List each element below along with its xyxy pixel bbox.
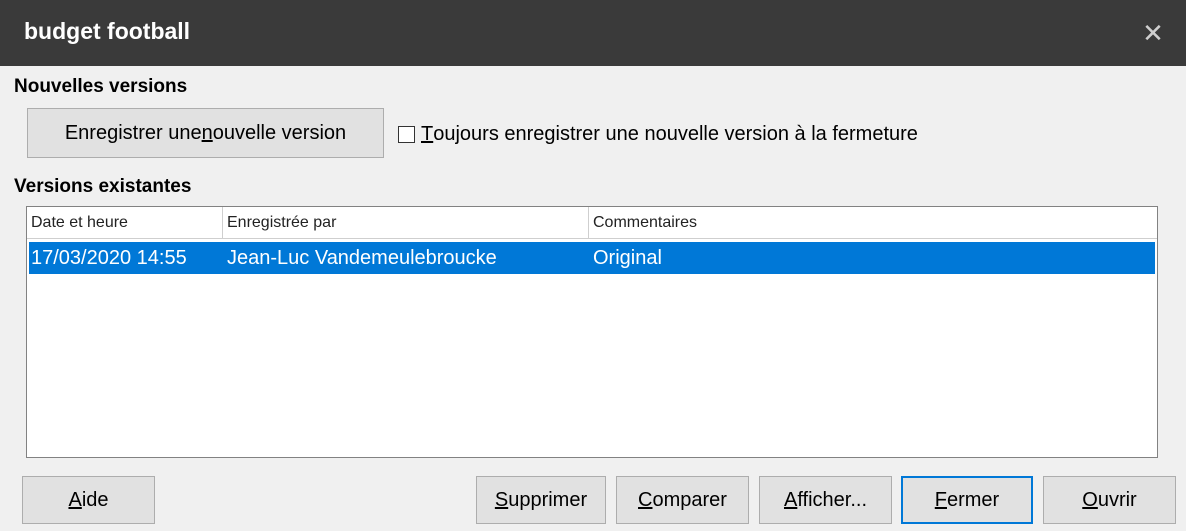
always-save-option[interactable]: Toujours enregistrer une nouvelle versio… <box>398 119 918 149</box>
close-icon[interactable]: ✕ <box>1130 10 1176 56</box>
delete-button[interactable]: Supprimer <box>476 476 606 524</box>
always-save-accesskey: T <box>421 122 434 145</box>
show-button[interactable]: Afficher... <box>759 476 892 524</box>
compare-button[interactable]: Comparer <box>616 476 749 524</box>
close-label: ermer <box>946 488 1000 511</box>
save-new-version-accesskey: n <box>201 121 213 144</box>
delete-label: upprimer <box>508 488 588 511</box>
show-accesskey: A <box>783 488 798 511</box>
delete-accesskey: S <box>494 488 509 511</box>
new-versions-heading: Nouvelles versions <box>14 76 188 97</box>
row-author: Jean-Luc Vandemeulebroucke <box>227 247 497 269</box>
help-label: ide <box>81 488 109 511</box>
column-header-author[interactable]: Enregistrée par <box>223 207 589 238</box>
close-accesskey: F <box>934 488 947 511</box>
list-header: Date et heure Enregistrée par Commentair… <box>27 207 1157 239</box>
save-new-version-button[interactable]: Enregistrer une n ouvelle version <box>27 108 384 158</box>
open-button[interactable]: Ouvrir <box>1043 476 1176 524</box>
title-bar: budget football ✕ <box>0 0 1186 66</box>
save-new-version-label-post: ouvelle version <box>212 121 347 144</box>
compare-accesskey: C <box>638 488 653 511</box>
compare-label: omparer <box>652 488 727 511</box>
table-row[interactable]: 17/03/2020 14:55 Jean-Luc Vandemeulebrou… <box>29 242 1155 274</box>
close-button[interactable]: Fermer <box>901 476 1033 524</box>
column-header-comments[interactable]: Commentaires <box>589 207 1157 238</box>
versions-list[interactable]: Date et heure Enregistrée par Commentair… <box>26 206 1158 458</box>
help-button[interactable]: Aide <box>22 476 155 524</box>
always-save-label: oujours enregistrer une nouvelle version… <box>433 122 918 145</box>
show-label: fficher... <box>797 488 867 511</box>
row-date: 17/03/2020 14:55 <box>31 247 187 269</box>
existing-versions-heading: Versions existantes <box>14 176 192 197</box>
always-save-checkbox[interactable] <box>398 125 415 143</box>
open-accesskey: O <box>1082 488 1098 511</box>
help-accesskey: A <box>68 488 82 511</box>
column-header-date[interactable]: Date et heure <box>27 207 223 238</box>
row-comment: Original <box>593 247 662 269</box>
open-label: uvrir <box>1097 488 1137 511</box>
window-title: budget football <box>24 18 191 44</box>
save-new-version-label-pre: Enregistrer une <box>64 121 202 144</box>
